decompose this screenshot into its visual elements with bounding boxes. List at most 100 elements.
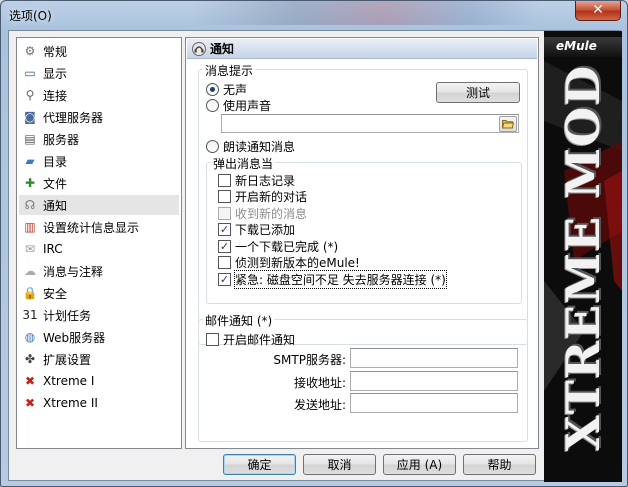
radio-silent-button[interactable] (206, 82, 219, 96)
dialog-client-area: ⚙ 常规 ▭ 显示 ⚲ 连接 ◙ 代理服务器 ▤ 服务器 ▰ 目录 ✚ 文件 ☊ 通知 ▥ 设置统计信息显示 ✉ IR… (8, 30, 622, 482)
close-icon: ✕ (592, 2, 604, 18)
xtreme-icon: ✖ (24, 374, 36, 388)
sidebar-item-label: Xtreme II (43, 396, 98, 410)
sidebar-item-label: 文件 (43, 176, 68, 191)
checkmark-icon[interactable]: ✓ (218, 272, 231, 286)
popup-option-checkbox[interactable]: ✓ 一个下载已完成 (*) (218, 238, 338, 254)
sidebar-item[interactable]: ✖ Xtreme II (19, 393, 179, 413)
sidebar-item[interactable]: ▭ 显示 (19, 63, 179, 83)
sidebar-item[interactable]: ✉ IRC (19, 239, 179, 259)
proxy-icon: ◙ (24, 110, 36, 124)
popup-option-checkbox[interactable]: ✓ 紧急: 磁盘空间不足 失去服务器连接 (*) (218, 269, 447, 289)
help-button[interactable]: 帮助 (463, 454, 536, 475)
radio-speech-label: 朗读通知消息 (223, 139, 296, 154)
xtreme-icon: ✖ (24, 396, 36, 410)
sidebar-item[interactable]: ▤ 服务器 (19, 129, 179, 149)
sender-address-input[interactable] (350, 393, 518, 413)
sidebar-item-label: Web服务器 (43, 330, 106, 345)
popup-option-checkbox[interactable]: ✓ 下载已添加 (218, 222, 295, 238)
popup-option-label: 新日志记录 (235, 173, 296, 188)
checkbox-box[interactable] (218, 256, 231, 269)
sidebar-item[interactable]: ☁ 消息与注释 (19, 261, 179, 281)
help-button-label: 帮助 (487, 458, 512, 472)
server-icon: ▤ (24, 132, 36, 146)
sidebar-item[interactable]: 🔒 安全 (19, 283, 179, 303)
radio-use-sound[interactable]: 使用声音 (206, 97, 271, 113)
sidebar-item[interactable]: ⚲ 连接 (19, 85, 179, 105)
message-prompt-legend: 消息提示 (203, 62, 256, 79)
radio-speech-button[interactable] (206, 139, 219, 153)
sidebar-item-label: 通知 (43, 198, 68, 213)
checkbox-box[interactable] (218, 173, 231, 187)
checkmark-icon[interactable]: ✓ (218, 239, 231, 253)
sound-file-input[interactable] (221, 114, 519, 133)
sidebar-item[interactable]: ✚ 文件 (19, 173, 179, 193)
popup-option-checkbox[interactable]: 侦测到新版本的eMule! (218, 255, 360, 271)
sidebar-item[interactable]: ✤ 扩展设置 (19, 349, 179, 369)
popup-option-label: 一个下载已完成 (*) (235, 239, 339, 254)
ok-button[interactable]: 确定 (223, 454, 296, 475)
title-bar[interactable]: 选项(O) ✕ (1, 1, 627, 29)
sidebar-item[interactable]: ▥ 设置统计信息显示 (19, 217, 179, 237)
messages-icon: ☁ (24, 264, 36, 278)
checkmark-icon[interactable]: ✓ (218, 223, 231, 236)
popup-option-label: 下载已添加 (235, 223, 296, 237)
test-sound-button[interactable]: 测试 (436, 82, 520, 103)
web-server-icon: ◍ (24, 330, 36, 344)
title-bar-background (191, 1, 541, 25)
sidebar-item[interactable]: ▰ 目录 (19, 151, 179, 171)
enable-mail-checkbox[interactable]: 开启邮件通知 (206, 331, 295, 347)
sidebar-item[interactable]: ☊ 通知 (19, 195, 179, 215)
sidebar-item-label: 消息与注释 (43, 264, 104, 279)
enable-mail-checkbox-box[interactable] (206, 332, 219, 346)
radio-silent[interactable]: 无声 (206, 81, 247, 97)
cancel-button[interactable]: 取消 (303, 454, 376, 475)
popup-option-label: 紧急: 磁盘空间不足 失去服务器连接 (*) (234, 269, 447, 289)
close-button[interactable]: ✕ (575, 1, 621, 21)
xtreme-mod-logo: XTREME MOD (556, 64, 610, 451)
browse-sound-button[interactable] (499, 116, 517, 132)
sidebar-item-label: 计划任务 (43, 308, 92, 323)
sidebar-item[interactable]: ⚙ 常规 (19, 41, 179, 61)
mail-notification-legend: 邮件通知 (*) (203, 312, 275, 329)
calendar-icon: 31 (22, 308, 38, 322)
open-folder-icon (502, 120, 514, 129)
checkbox-box[interactable] (218, 190, 231, 203)
sidebar-item-label: 显示 (43, 66, 68, 81)
popup-option-checkbox[interactable]: 新日志记录 (218, 172, 295, 188)
recipient-address-input[interactable] (350, 371, 518, 391)
enable-mail-label: 开启邮件通知 (223, 332, 296, 347)
sidebar-item[interactable]: ◍ Web服务器 (19, 327, 179, 347)
recipient-label: 接收地址: (293, 376, 346, 390)
statistics-icon: ▥ (24, 220, 36, 234)
irc-icon: ✉ (24, 242, 36, 256)
sidebar-item[interactable]: ◙ 代理服务器 (19, 107, 179, 127)
radio-use-sound-button[interactable] (206, 98, 219, 112)
smtp-server-input[interactable] (350, 348, 518, 368)
notification-page: 通知 消息提示 无声 测试 使用声音 朗读通知消息 弹出消息当 新日志记录 开启… (185, 37, 539, 449)
apply-button-label: 应用 (A) (396, 458, 443, 472)
sidebar-item-label: 目录 (43, 154, 68, 169)
checkbox-box (218, 206, 231, 220)
sidebar-item-label: 服务器 (43, 132, 80, 147)
test-sound-button-label: 测试 (465, 86, 490, 100)
extended-settings-icon: ✤ (24, 352, 36, 366)
window-title: 选项(O) (9, 9, 52, 23)
sidebar-item-label: IRC (43, 242, 63, 256)
sidebar-item-label: Xtreme I (43, 374, 95, 388)
sidebar-item-label: 常规 (43, 44, 68, 59)
sidebar-item[interactable]: ✖ Xtreme I (19, 371, 179, 391)
options-sidebar: ⚙ 常规 ▭ 显示 ⚲ 连接 ◙ 代理服务器 ▤ 服务器 ▰ 目录 ✚ 文件 ☊ 通知 ▥ 设置统计信息显示 ✉ IR… (16, 37, 182, 449)
monitor-icon: ▭ (24, 66, 36, 80)
sidebar-item[interactable]: 31 计划任务 (19, 305, 179, 325)
apply-button[interactable]: 应用 (A) (383, 454, 456, 475)
sidebar-item-label: 连接 (43, 88, 68, 103)
notification-icon (192, 41, 206, 56)
popup-option-checkbox[interactable]: 开启新的对话 (218, 189, 307, 205)
popup-option-label: 收到新的消息 (235, 206, 308, 221)
sidebar-item-label: 代理服务器 (43, 110, 104, 125)
radio-speech[interactable]: 朗读通知消息 (206, 138, 295, 154)
sidebar-item-label: 扩展设置 (43, 352, 92, 367)
sidebar-item-label: 安全 (43, 286, 68, 301)
file-icon: ✚ (24, 176, 36, 190)
